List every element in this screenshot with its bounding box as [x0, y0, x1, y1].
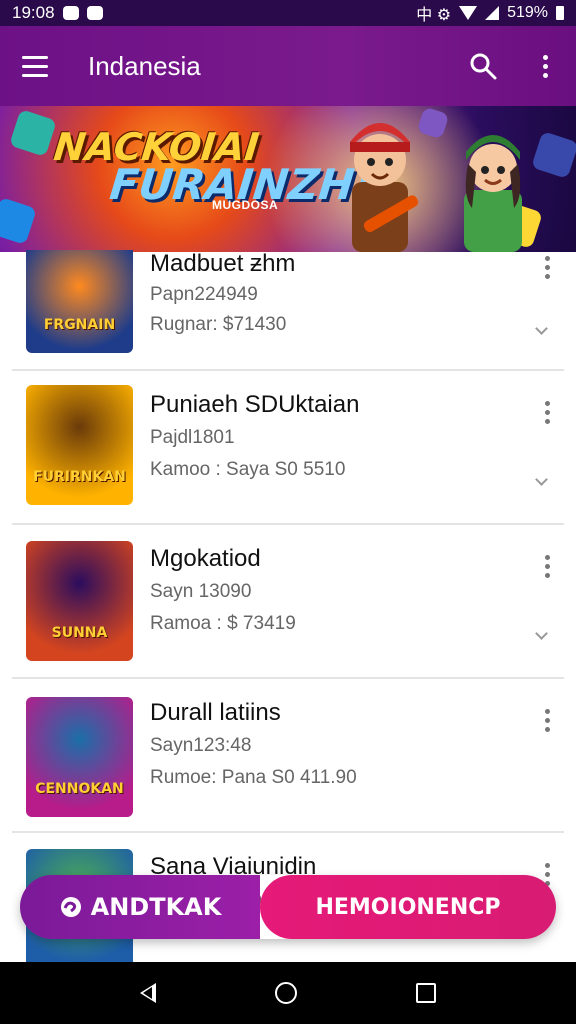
promo-banner[interactable]: NACKOIAI FURAINZH! MUGDOSA — [0, 106, 576, 252]
search-button[interactable] — [452, 26, 514, 106]
list-item[interactable]: FURIRNKAN Puniaeh SDUktaian Pajdl1801 Kamoo… — [12, 371, 564, 525]
list-item[interactable]: FRGNAIN Madbuet ƶhm Papn224949 Rugnar: $714… — [12, 250, 564, 371]
item-title: Madbuet ƶhm — [150, 250, 296, 277]
banner-subtag: MUGDOSA — [212, 198, 279, 212]
page-title: Indanesia — [88, 50, 201, 81]
item-subtitle: Papn224949 — [150, 284, 258, 305]
item-price: Ramoa : $ 73419 — [150, 613, 296, 634]
status-bar: 19:08 中 ⚙ 519% — [0, 0, 576, 26]
hamburger-menu-icon[interactable] — [0, 26, 70, 106]
app-thumbnail: FRGNAIN — [26, 250, 133, 353]
home-icon[interactable] — [274, 982, 297, 1004]
more-vert-icon[interactable] — [545, 555, 550, 578]
swirl-icon — [60, 897, 81, 917]
system-nav-bar — [0, 962, 576, 1024]
notification-icon — [62, 6, 79, 20]
chevron-down-icon[interactable] — [535, 322, 548, 335]
battery-icon — [556, 6, 564, 20]
item-subtitle: Sayn 13090 — [150, 581, 252, 602]
item-title: Durall latiins — [150, 699, 281, 726]
character-girl-illustration — [464, 135, 522, 252]
chevron-down-icon[interactable] — [535, 473, 548, 486]
item-price: Rumoe: Pana S0 411.90 — [150, 767, 357, 788]
app-screen: 19:08 中 ⚙ 519% Indanesia NACKOIAI FURAIN… — [0, 0, 576, 1024]
status-time: 19:08 — [12, 3, 55, 22]
item-subtitle: Sayn123:48 — [150, 735, 252, 756]
gem-tile — [9, 109, 57, 157]
item-price: Rugnar: $71430 — [150, 314, 287, 335]
list-item[interactable]: CENNOKAN Durall latiins Sayn123:48 Rumoe: P… — [12, 679, 564, 833]
chevron-down-icon[interactable] — [535, 627, 548, 640]
item-price: Kamoo : Saya S0 5510 — [150, 459, 346, 480]
signal-icon — [485, 6, 500, 20]
more-vert-icon[interactable] — [545, 256, 550, 279]
recents-icon[interactable] — [416, 983, 437, 1003]
item-subtitle: Pajdl1801 — [150, 427, 235, 448]
messenger-icon — [86, 6, 103, 20]
more-vert-icon[interactable] — [545, 401, 550, 424]
back-icon[interactable] — [139, 983, 156, 1003]
thumbnail-label: SUNNA — [51, 625, 108, 641]
app-thumbnail: SUNNA — [26, 541, 133, 661]
item-title: Mgokatiod — [150, 545, 261, 572]
app-thumbnail: CENNOKAN — [26, 697, 133, 817]
character-guitarist-illustration — [350, 123, 419, 252]
cta-bar: ANDTKAK HEMOIONENCP — [20, 875, 556, 939]
secondary-action-button[interactable]: HEMOIONENCP — [260, 875, 556, 939]
primary-action-label: ANDTKAK — [90, 893, 222, 921]
search-icon — [470, 53, 497, 80]
thumbnail-label: CENNOKAN — [35, 781, 124, 797]
wifi-icon — [459, 6, 478, 20]
list-item[interactable]: SUNNA Mgokatiod Sayn 13090 Ramoa : $ 73419 — [12, 525, 564, 679]
thumbnail-label: FURIRNKAN — [33, 469, 126, 485]
thumbnail-label: FRGNAIN — [43, 317, 116, 333]
more-vert-icon[interactable] — [545, 709, 550, 732]
app-bar: Indanesia — [0, 26, 576, 106]
secondary-action-label: HEMOIONENCP — [315, 894, 501, 920]
battery-percent: 519% — [507, 4, 548, 21]
overflow-menu-button[interactable] — [514, 26, 576, 106]
primary-action-button[interactable]: ANDTKAK — [20, 875, 260, 939]
more-vert-icon — [542, 54, 548, 78]
gem-tile — [0, 197, 37, 245]
item-title: Puniaeh SDUktaian — [150, 391, 360, 418]
app-thumbnail: FURIRNKAN — [26, 385, 133, 505]
status-extra-icons: 中 ⚙ — [416, 7, 452, 24]
